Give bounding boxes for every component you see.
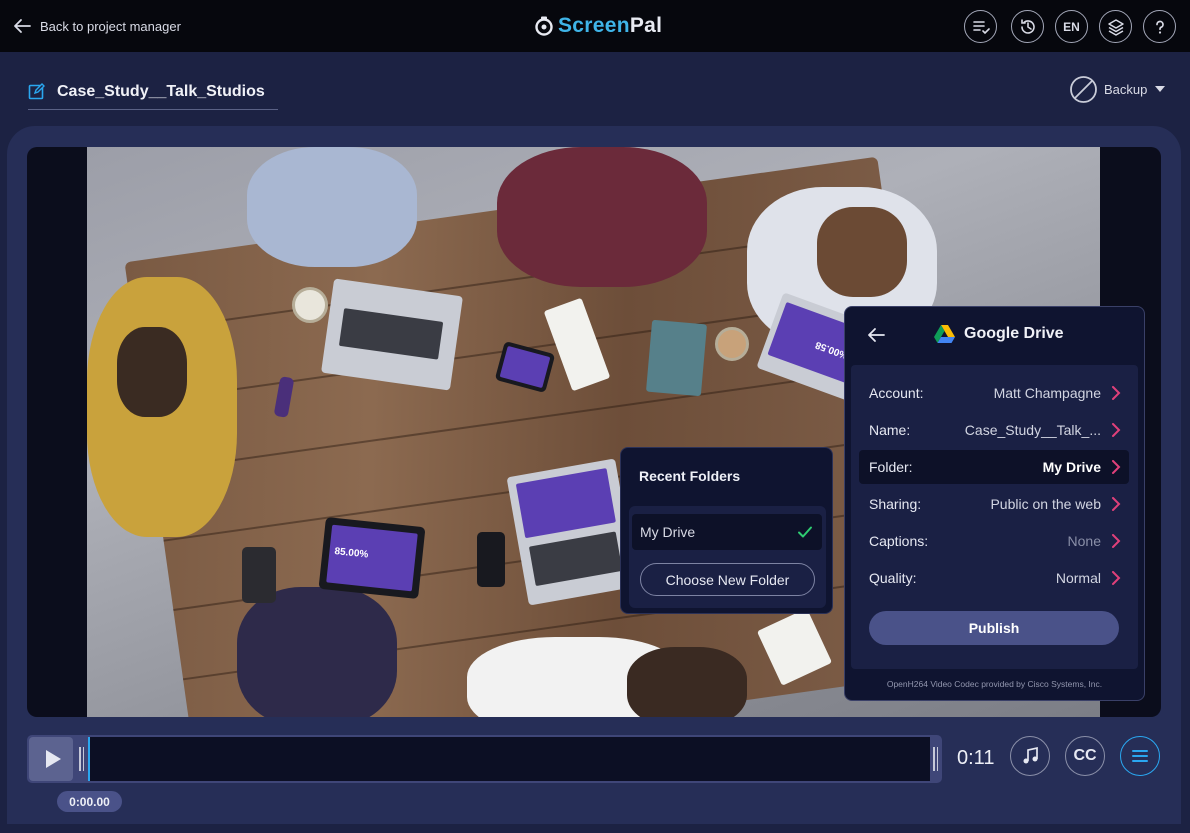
checkmark-icon xyxy=(798,526,812,538)
recent-folders-list: My Drive Choose New Folder xyxy=(629,506,826,608)
logo-text-screen: Screen xyxy=(558,14,630,37)
play-button[interactable] xyxy=(29,737,73,781)
google-drive-icon xyxy=(934,325,955,343)
screenpal-logo: ScreenPal xyxy=(534,14,662,38)
back-arrow-icon[interactable] xyxy=(865,324,887,346)
drive-row-sharing[interactable]: Sharing: Public on the web xyxy=(859,487,1129,521)
chevron-right-icon xyxy=(1112,386,1121,400)
layers-button[interactable] xyxy=(1099,10,1132,43)
drive-row-label: Captions: xyxy=(869,533,929,549)
playhead-time: 0:00.00 xyxy=(57,791,122,812)
caret-down-icon xyxy=(1155,86,1166,92)
drive-row-name[interactable]: Name: Case_Study__Talk_... xyxy=(859,413,1129,447)
layers-icon xyxy=(1107,18,1124,36)
captions-button[interactable]: CC xyxy=(1065,736,1105,776)
drive-row-folder[interactable]: Folder: My Drive xyxy=(859,450,1129,484)
screenpal-logo-icon xyxy=(535,16,553,36)
music-note-icon xyxy=(1023,746,1038,764)
back-link-label: Back to project manager xyxy=(40,18,181,34)
help-button[interactable] xyxy=(1143,10,1176,43)
arrow-left-icon xyxy=(14,19,31,33)
language-button[interactable]: EN xyxy=(1055,10,1088,43)
top-bar: Back to project manager ScreenPal EN xyxy=(0,0,1190,52)
music-button[interactable] xyxy=(1010,736,1050,776)
timeline-start-handle[interactable] xyxy=(79,747,85,771)
drive-row-value: My Drive xyxy=(1042,459,1101,475)
timeline-end-handle[interactable] xyxy=(933,747,939,771)
menu-icon xyxy=(1132,750,1148,762)
chevron-right-icon xyxy=(1112,534,1121,548)
drive-row-label: Name: xyxy=(869,422,911,438)
chevron-right-icon xyxy=(1112,571,1121,585)
no-backup-icon xyxy=(1070,75,1097,103)
google-drive-panel: Google Drive Account: Matt Champagne Nam… xyxy=(844,306,1145,701)
drive-row-value: Matt Champagne xyxy=(993,385,1101,401)
chevron-right-icon xyxy=(1112,460,1121,474)
logo-text-pal: Pal xyxy=(629,14,663,37)
drive-row-captions[interactable]: Captions: None xyxy=(859,524,1129,558)
history-icon xyxy=(1020,18,1035,34)
drive-row-label: Quality: xyxy=(869,570,917,586)
checklist-icon xyxy=(972,20,990,34)
recent-folder-label: My Drive xyxy=(640,524,696,540)
drive-row-value: None xyxy=(1067,533,1101,549)
drive-row-label: Folder: xyxy=(869,459,913,475)
recent-folders-popup: Recent Folders My Drive Choose New Folde… xyxy=(620,447,833,614)
timeline-bar xyxy=(27,735,942,783)
history-button[interactable] xyxy=(1011,10,1044,43)
drive-row-value: Case_Study__Talk_... xyxy=(964,422,1101,438)
drive-row-label: Sharing: xyxy=(869,496,922,512)
chevron-right-icon xyxy=(1112,497,1121,511)
checklist-button[interactable] xyxy=(964,10,997,43)
timeline-track[interactable] xyxy=(88,737,930,781)
duration-readout: 0:11 xyxy=(957,747,995,769)
project-title-field[interactable]: Case_Study__Talk_Studios xyxy=(28,74,278,110)
publish-button[interactable]: Publish xyxy=(869,611,1119,645)
menu-button[interactable] xyxy=(1120,736,1160,776)
play-icon xyxy=(45,750,61,768)
help-icon xyxy=(1155,20,1164,34)
drive-row-value: Normal xyxy=(1055,570,1101,586)
drive-row-value: Public on the web xyxy=(990,496,1101,512)
recent-folder-item[interactable]: My Drive xyxy=(632,514,822,550)
project-title: Case_Study__Talk_Studios xyxy=(57,82,265,100)
backup-dropdown[interactable]: Backup xyxy=(1069,74,1166,104)
back-to-project-manager-link[interactable]: Back to project manager xyxy=(12,16,181,36)
choose-new-folder-button[interactable]: Choose New Folder xyxy=(640,563,815,596)
chevron-right-icon xyxy=(1112,423,1121,437)
edit-icon xyxy=(28,83,45,100)
drive-row-quality[interactable]: Quality: Normal xyxy=(859,561,1129,595)
drive-row-label: Account: xyxy=(869,385,924,401)
codec-note: OpenH264 Video Codec provided by Cisco S… xyxy=(886,679,1103,689)
drive-settings: Account: Matt Champagne Name: Case_Study… xyxy=(851,365,1138,669)
drive-row-account[interactable]: Account: Matt Champagne xyxy=(859,376,1129,410)
drive-panel-title: Google Drive xyxy=(964,325,1064,342)
backup-label: Backup xyxy=(1104,81,1148,97)
drive-panel-header: Google Drive xyxy=(845,307,1144,362)
recent-folders-title: Recent Folders xyxy=(639,468,741,484)
